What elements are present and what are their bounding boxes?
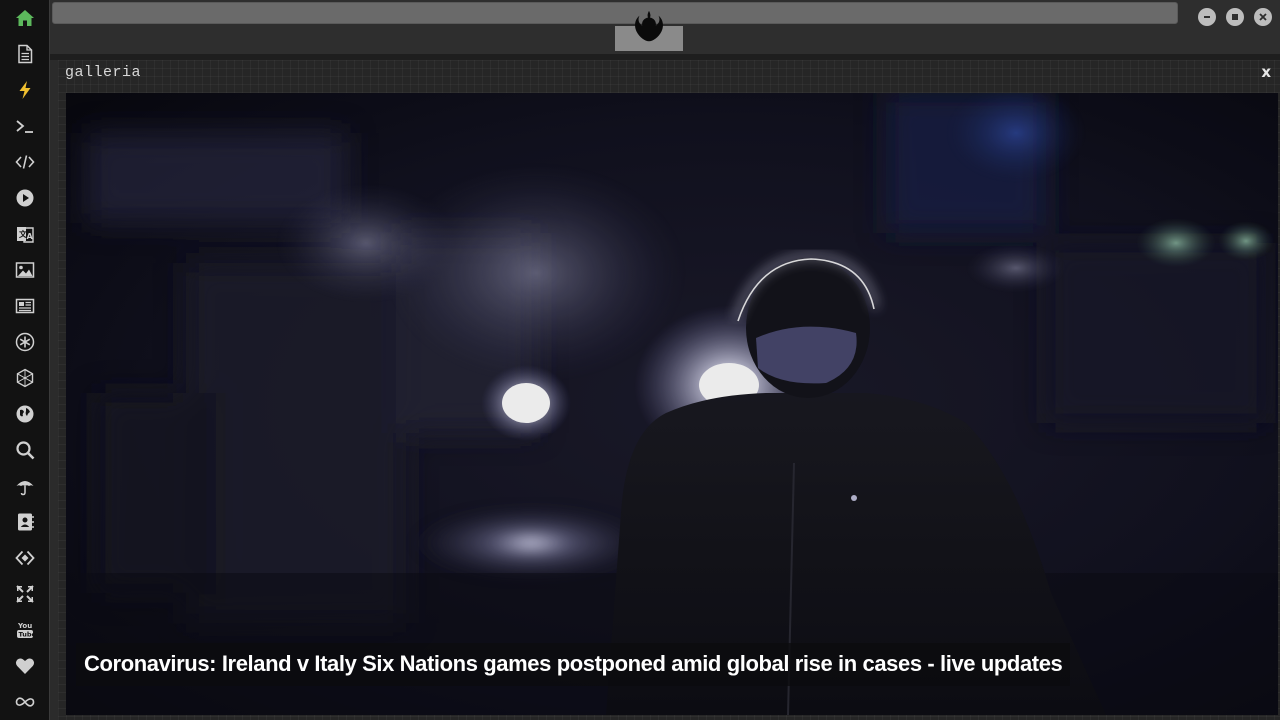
- lightning-icon[interactable]: [13, 78, 37, 102]
- code-icon[interactable]: [13, 150, 37, 174]
- search-icon[interactable]: [13, 438, 37, 462]
- galleria-window: galleria x Coronavirus: Ireland v Italy …: [58, 60, 1280, 720]
- heart-icon[interactable]: [13, 654, 37, 678]
- umbrella-icon[interactable]: [13, 474, 37, 498]
- contacts-icon[interactable]: [13, 510, 37, 534]
- svg-text:You: You: [17, 622, 32, 630]
- svg-text:Tube: Tube: [19, 631, 36, 639]
- hexagon-icon[interactable]: [13, 366, 37, 390]
- minimize-icon[interactable]: [1198, 8, 1216, 26]
- translate-icon[interactable]: 文A: [13, 222, 37, 246]
- play-icon[interactable]: [13, 186, 37, 210]
- photo-caption[interactable]: Coronavirus: Ireland v Italy Six Nations…: [76, 643, 1071, 686]
- expand-icon[interactable]: [13, 582, 37, 606]
- svg-text:A: A: [27, 232, 34, 241]
- app-dock: 文A You Tube: [0, 0, 50, 720]
- diamond-code-icon[interactable]: [13, 546, 37, 570]
- maximize-icon[interactable]: [1226, 8, 1244, 26]
- window-title: galleria: [65, 64, 142, 81]
- infinity-icon[interactable]: [13, 690, 37, 714]
- address-bar[interactable]: [52, 2, 1178, 24]
- image-icon[interactable]: [13, 258, 37, 282]
- document-icon[interactable]: [13, 42, 37, 66]
- home-icon[interactable]: [13, 6, 37, 30]
- window-close-button[interactable]: x: [1261, 63, 1271, 81]
- gallery-photo[interactable]: Coronavirus: Ireland v Italy Six Nations…: [66, 93, 1278, 715]
- rebel-alliance-icon[interactable]: [630, 8, 668, 46]
- close-icon[interactable]: [1254, 8, 1272, 26]
- photo-night-street: [66, 93, 1278, 715]
- terminal-icon[interactable]: [13, 114, 37, 138]
- top-bar: [50, 0, 1280, 54]
- youtube-icon[interactable]: You Tube: [13, 618, 37, 642]
- newspaper-icon[interactable]: [13, 294, 37, 318]
- asterisk-icon[interactable]: [13, 330, 37, 354]
- globe-icon[interactable]: [13, 402, 37, 426]
